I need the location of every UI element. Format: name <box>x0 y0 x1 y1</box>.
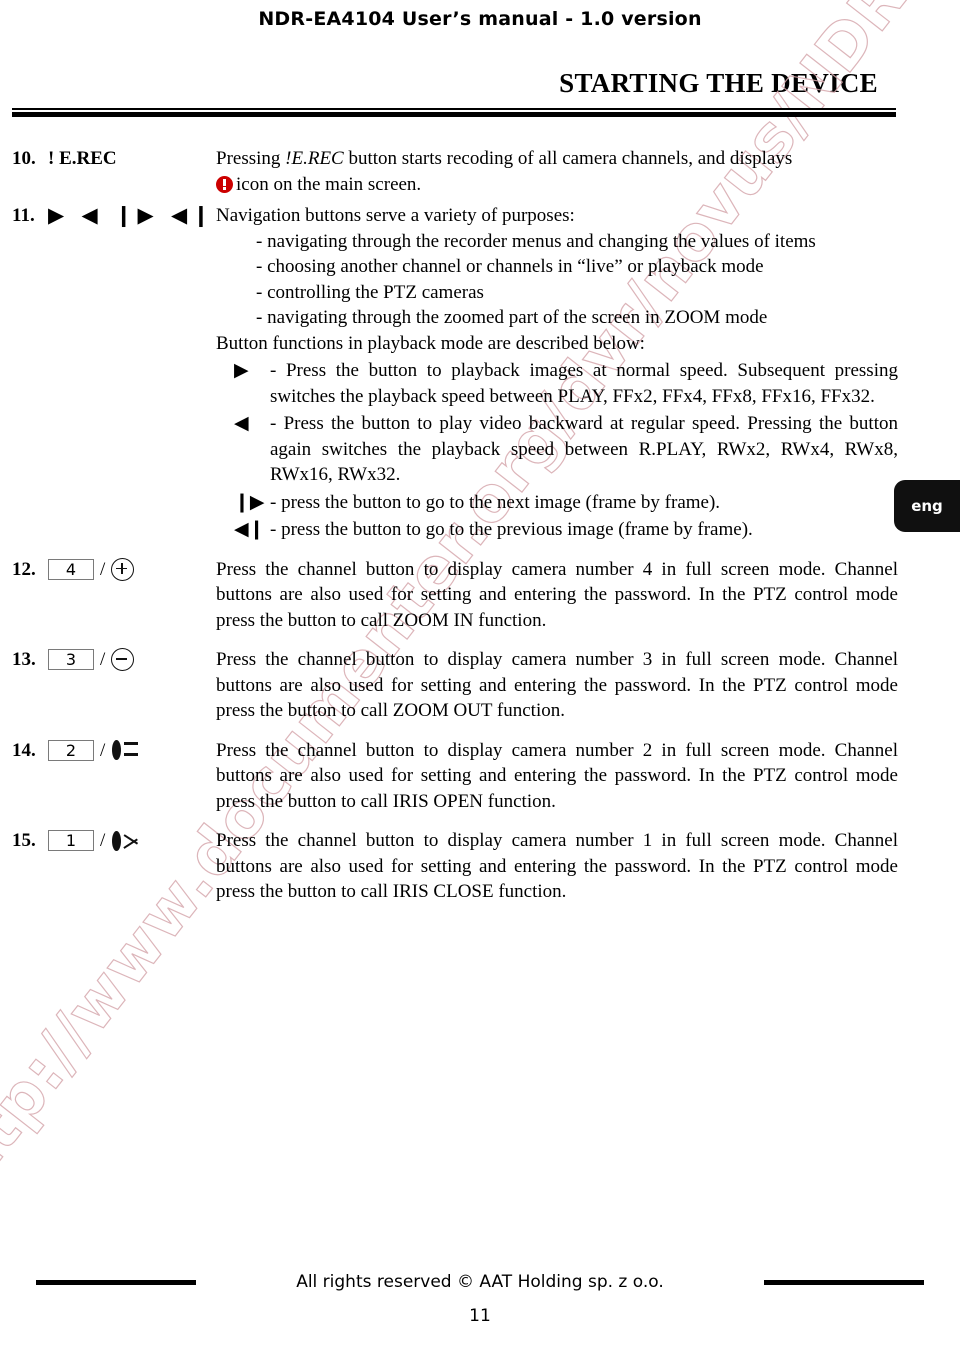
item-number: 11. <box>12 205 35 226</box>
item-body-paragraph-2: icon on the main screen. <box>216 172 898 198</box>
item-key-label: 2 / <box>48 738 216 763</box>
body-text-a: Pressing <box>216 148 286 169</box>
list-item: 13. 3 / Press the channel button to disp… <box>0 647 960 724</box>
playback-row: ◀❙ - press the button to go to the previ… <box>216 517 898 543</box>
playback-description: - press the button to go to the next ima… <box>270 491 721 513</box>
item-number: 10. <box>12 148 36 169</box>
item-body-paragraph: Press the channel button to display came… <box>216 649 898 721</box>
body-text-c: icon on the main screen. <box>236 173 422 195</box>
body-emphasis: !E.REC <box>285 148 344 169</box>
item-key-label: 1 / <box>48 828 216 853</box>
item-body: Press the channel button to display came… <box>216 557 960 634</box>
bullet-item: - choosing another channel or channels i… <box>256 256 764 277</box>
navigation-buttons-icon: ▶ ◀ ❙▶ ◀❙ <box>48 203 215 227</box>
key-separator: / <box>100 649 106 670</box>
copyright-text: All rights reserved © AAT Holding sp. z … <box>296 1272 664 1292</box>
item-body-paragraph: Press the channel button to display came… <box>216 558 898 631</box>
item-body-paragraph: Pressing !E.REC button starts recoding o… <box>216 146 898 172</box>
page-number: 11 <box>469 1306 491 1326</box>
item-key-label: 4 / <box>48 557 216 582</box>
playback-row: ▶ - Press the button to playback images … <box>216 358 898 409</box>
body-text-b: button starts recoding of all camera cha… <box>343 148 793 169</box>
list-item: 11. ▶ ◀ ❙▶ ◀❙ Navigation buttons serve a… <box>0 203 960 543</box>
item-body-paragraph: Press the channel button to display came… <box>216 739 898 812</box>
item-key-text: ! E.REC <box>48 148 117 169</box>
page-footer: All rights reserved © AAT Holding sp. z … <box>0 1272 960 1326</box>
list-item: 15. 1 / Press the channel button to disp… <box>0 828 960 905</box>
iris-close-icon <box>111 830 141 852</box>
playback-intro: Button functions in playback mode are de… <box>216 332 645 354</box>
bullet-item: - navigating through the zoomed part of … <box>256 307 768 328</box>
item-key-label: 3 / <box>48 647 216 672</box>
bullet-item: - controlling the PTZ cameras <box>256 281 484 303</box>
title-divider <box>12 108 896 117</box>
play-forward-icon: ▶ <box>234 359 249 381</box>
list-item: 14. 2 / Press the channel button to disp… <box>0 738 960 815</box>
footer-rule-left <box>36 1279 197 1285</box>
play-backward-icon: ◀ <box>234 412 249 434</box>
channel-key-box: 1 <box>48 830 94 851</box>
item-body: Pressing !E.REC button starts recoding o… <box>216 146 960 197</box>
item-body: Navigation buttons serve a variety of pu… <box>216 203 960 543</box>
item-body: Press the channel button to display came… <box>216 738 960 815</box>
playback-row: ❙▶ - press the button to go to the next … <box>216 490 898 516</box>
section-title: STARTING THE DEVICE <box>559 68 878 98</box>
item-number: 13. <box>12 649 36 670</box>
divider-line-thick <box>12 112 896 117</box>
next-frame-icon: ❙▶ <box>234 490 265 513</box>
key-separator: / <box>100 830 106 851</box>
key-separator: / <box>100 558 106 580</box>
iris-open-icon <box>111 739 141 761</box>
playback-description: - Press the button to play video backwar… <box>270 413 898 485</box>
language-tab-eng[interactable]: eng <box>894 480 960 532</box>
language-tab-label: eng <box>911 497 943 515</box>
content-area: 10. ! E.REC Pressing !E.REC button start… <box>0 146 960 911</box>
item-number: 12. <box>12 558 36 580</box>
item-key-label: ! E.REC <box>48 146 216 171</box>
list-item: 10. ! E.REC Pressing !E.REC button start… <box>0 146 960 197</box>
channel-key-box: 2 <box>48 739 94 761</box>
bullet-item: - navigating through the recorder menus … <box>256 230 816 252</box>
footer-rule-right <box>763 1279 924 1285</box>
item-body: Press the channel button to display came… <box>216 647 960 724</box>
previous-frame-icon: ◀❙ <box>234 518 265 540</box>
playback-description: - press the button to go to the previous… <box>270 519 753 540</box>
manual-page: http://www.documenter.org/dvr/novus/NDR-… <box>0 0 960 1372</box>
navigation-intro: Navigation buttons serve a variety of pu… <box>216 205 575 226</box>
list-item: 12. 4 / Press the channel button to disp… <box>0 557 960 634</box>
rec-alert-icon <box>216 175 233 193</box>
channel-key-box: 4 <box>48 558 94 580</box>
item-number: 15. <box>12 830 36 851</box>
footer-row: All rights reserved © AAT Holding sp. z … <box>0 1272 960 1292</box>
channel-key-box: 3 <box>48 649 94 670</box>
item-body: Press the channel button to display came… <box>216 828 960 905</box>
item-number: 14. <box>12 739 36 761</box>
plus-circle-icon <box>111 557 135 581</box>
document-header: NDR-EA4104 User’s manual - 1.0 version <box>258 8 702 30</box>
playback-row: ◀ - Press the button to play video backw… <box>216 411 898 488</box>
playback-description: - Press the button to playback images at… <box>270 360 898 407</box>
item-body-paragraph: Press the channel button to display came… <box>216 830 898 902</box>
item-key-label: ▶ ◀ ❙▶ ◀❙ <box>48 203 216 228</box>
minus-circle-icon <box>111 648 135 671</box>
key-separator: / <box>100 739 106 761</box>
